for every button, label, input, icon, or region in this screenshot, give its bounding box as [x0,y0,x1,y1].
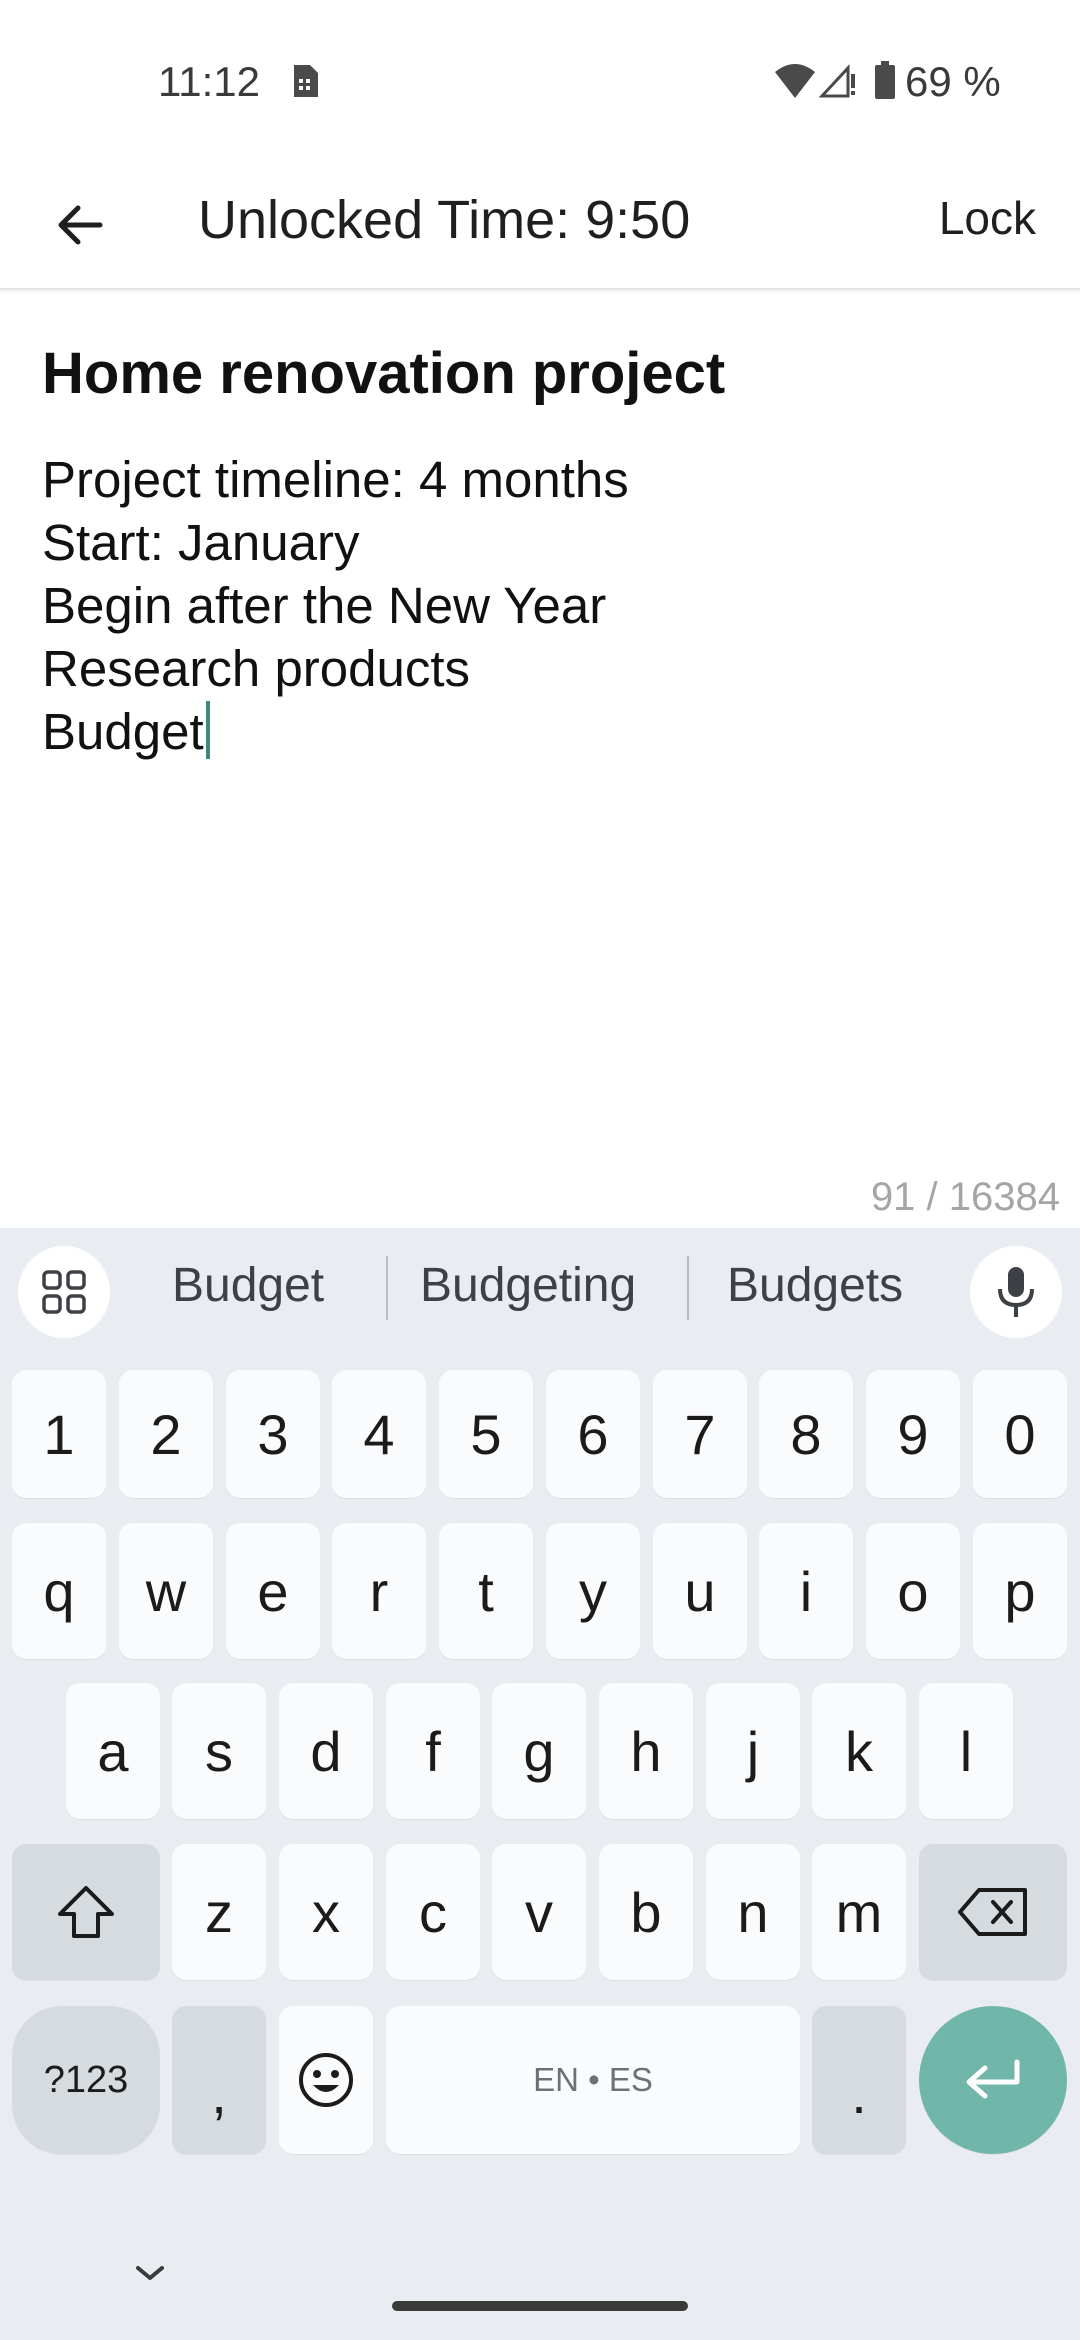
key-h[interactable]: h [599,1683,693,1819]
key-j[interactable]: j [706,1683,800,1819]
key-1[interactable]: 1 [12,1370,106,1498]
key-n[interactable]: n [706,1844,800,1980]
arrow-left-icon [58,205,103,245]
note-line: Project timeline: 4 months [42,451,629,508]
symbols-key[interactable]: ?123 [12,2006,160,2154]
hide-keyboard-chevron-icon[interactable] [130,2258,170,2288]
page-title: Unlocked Time: 9:50 [198,190,691,250]
key-v[interactable]: v [492,1844,586,1980]
soft-keyboard: Budget Budgeting Budgets 1 2 3 4 5 6 7 8… [0,1228,1080,2340]
shift-key[interactable] [12,1844,160,1980]
key-z[interactable]: z [172,1844,266,1980]
note-body-field[interactable]: Project timeline: 4 months Start: Januar… [42,448,629,763]
period-key[interactable]: . [812,2006,906,2154]
shift-icon [58,1886,114,1938]
back-button[interactable] [40,185,120,265]
key-2[interactable]: 2 [119,1370,213,1498]
key-t[interactable]: t [439,1523,533,1659]
status-time: 11:12 [158,58,260,105]
key-i[interactable]: i [759,1523,853,1659]
note-title-field[interactable]: Home renovation project [42,340,725,407]
grid-icon [42,1270,86,1314]
key-5[interactable]: 5 [439,1370,533,1498]
key-q[interactable]: q [12,1523,106,1659]
note-line-current: Budget [42,700,629,763]
suggestion-item[interactable]: Budget [172,1258,324,1313]
key-f[interactable]: f [386,1683,480,1819]
text-cursor [205,701,210,759]
key-4[interactable]: 4 [332,1370,426,1498]
suggestion-strip: Budget Budgeting Budgets [0,1228,1080,1348]
keyboard-apps-button[interactable] [18,1246,110,1338]
battery-icon [875,61,895,99]
space-key[interactable]: EN • ES [386,2006,800,2154]
key-9[interactable]: 9 [866,1370,960,1498]
key-c[interactable]: c [386,1844,480,1980]
key-w[interactable]: w [119,1523,213,1659]
key-r[interactable]: r [332,1523,426,1659]
voice-input-button[interactable] [970,1246,1062,1338]
suggestion-divider [687,1256,689,1320]
home-indicator[interactable] [392,2301,688,2311]
key-u[interactable]: u [653,1523,747,1659]
signal-icon [818,64,855,98]
key-d[interactable]: d [279,1683,373,1819]
emoji-icon [299,2053,353,2107]
enter-key[interactable] [919,2006,1067,2154]
key-o[interactable]: o [866,1523,960,1659]
note-line: Begin after the New Year [42,577,607,634]
note-line: Start: January [42,514,360,571]
key-g[interactable]: g [492,1683,586,1819]
key-a[interactable]: a [66,1683,160,1819]
key-0[interactable]: 0 [973,1370,1067,1498]
sim-card-icon [294,65,318,97]
status-bar: 11:12 69 % [0,0,1080,165]
note-line-text: Budget [42,703,204,760]
emoji-key[interactable] [279,2006,373,2154]
backspace-key[interactable] [919,1844,1067,1980]
comma-key[interactable]: , [172,2006,266,2154]
key-b[interactable]: b [599,1844,693,1980]
key-m[interactable]: m [812,1844,906,1980]
microphone-icon [998,1267,1034,1317]
key-l[interactable]: l [919,1683,1013,1819]
suggestion-divider [386,1256,388,1320]
key-e[interactable]: e [226,1523,320,1659]
enter-icon [966,2059,1020,2099]
key-x[interactable]: x [279,1844,373,1980]
suggestion-item[interactable]: Budgets [727,1258,903,1313]
key-k[interactable]: k [812,1683,906,1819]
backspace-icon [958,1888,1027,1936]
note-line: Research products [42,640,471,697]
key-7[interactable]: 7 [653,1370,747,1498]
key-y[interactable]: y [546,1523,640,1659]
key-s[interactable]: s [172,1683,266,1819]
key-3[interactable]: 3 [226,1370,320,1498]
lock-button[interactable]: Lock [939,191,1036,245]
suggestion-item[interactable]: Budgeting [420,1258,636,1313]
app-bar: Unlocked Time: 9:50 Lock [0,165,1080,290]
key-p[interactable]: p [973,1523,1067,1659]
battery-percentage: 69 % [905,58,1001,105]
key-6[interactable]: 6 [546,1370,640,1498]
wifi-icon [775,64,815,98]
character-counter: 91 / 16384 [870,1175,1060,1219]
key-8[interactable]: 8 [759,1370,853,1498]
